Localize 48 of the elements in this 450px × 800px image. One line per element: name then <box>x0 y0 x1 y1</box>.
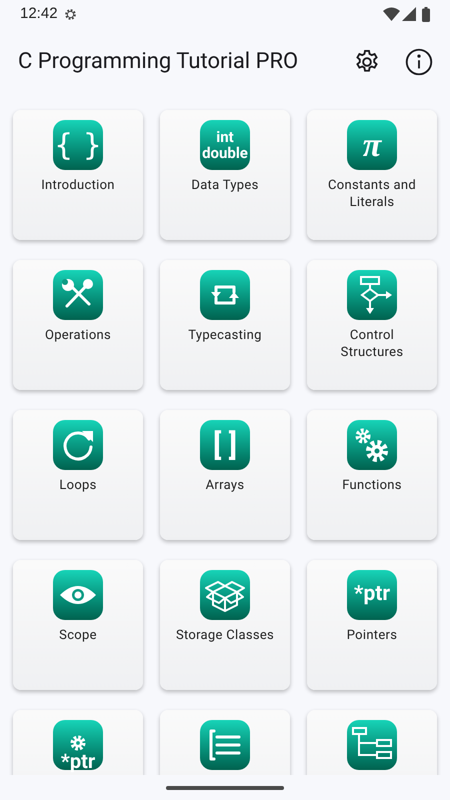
topic-label: Loops <box>59 477 97 494</box>
braces-icon: { } <box>53 120 103 170</box>
reload-icon <box>53 420 103 470</box>
topic-label: Introduction <box>41 177 115 194</box>
topic-card[interactable]: Functions <box>307 410 437 540</box>
home-indicator[interactable] <box>166 786 284 790</box>
tree-diagram-icon <box>347 720 397 770</box>
topic-label: Pointers <box>346 627 398 644</box>
wifi-icon <box>383 7 400 21</box>
topic-label: Storage Classes <box>176 627 274 644</box>
topic-label: Functions <box>342 477 402 494</box>
gears-icon <box>347 420 397 470</box>
pi-icon: π <box>347 120 397 170</box>
data-types-icon: int double <box>200 120 250 170</box>
topic-label: Constants and Literals <box>327 177 417 211</box>
info-button[interactable] <box>404 46 434 76</box>
topic-card[interactable]: int double Data Types <box>160 110 290 240</box>
topic-card[interactable]: *ptr Pointers <box>307 560 437 690</box>
signal-icon <box>402 7 416 21</box>
flowchart-icon <box>347 270 397 320</box>
status-time: 12:42 <box>20 4 58 24</box>
eye-icon <box>53 570 103 620</box>
crossed-tools-icon <box>53 270 103 320</box>
topic-label: Data Types <box>191 177 259 194</box>
gear-icon <box>62 6 78 22</box>
topic-card[interactable]: Loops <box>13 410 143 540</box>
topic-card[interactable]: Storage Classes <box>160 560 290 690</box>
app-title: C Programming Tutorial PRO <box>18 48 300 76</box>
topic-card[interactable]: Control Structures <box>307 260 437 390</box>
topic-label: Scope <box>59 627 97 644</box>
pointer-icon: *ptr <box>347 570 397 620</box>
topic-card[interactable]: π Constants and Literals <box>307 110 437 240</box>
open-box-icon <box>200 570 250 620</box>
topic-card[interactable]: *ptr <box>13 710 143 775</box>
topic-label: Operations <box>44 327 112 344</box>
brackets-icon: [ ] <box>200 420 250 470</box>
topic-label: Arrays <box>206 477 244 494</box>
topic-card[interactable]: { } Introduction <box>13 110 143 240</box>
topic-card[interactable]: Typecasting <box>160 260 290 390</box>
topic-card[interactable]: Operations <box>13 260 143 390</box>
topic-label: Typecasting <box>188 327 262 344</box>
topic-card[interactable]: [ ] Arrays <box>160 410 290 540</box>
battery-icon <box>422 6 430 22</box>
gear-pointer-icon: *ptr <box>53 720 103 770</box>
topic-label: Control Structures <box>340 327 404 361</box>
sync-arrows-icon <box>200 270 250 320</box>
topic-card[interactable]: Scope <box>13 560 143 690</box>
bracket-list-icon <box>200 720 250 770</box>
